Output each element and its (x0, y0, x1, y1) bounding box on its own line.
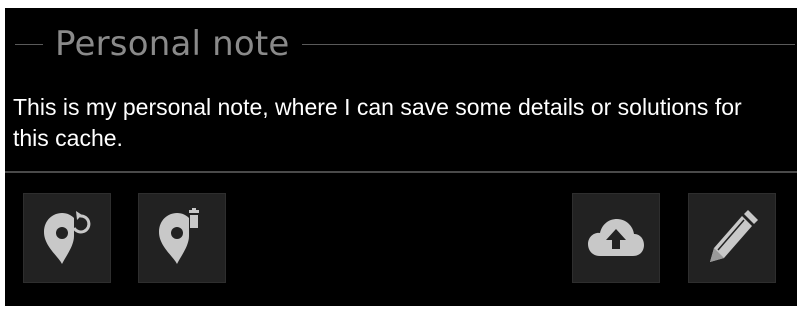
pencil-icon (710, 210, 758, 262)
cloud-upload-icon (588, 219, 644, 256)
section-title: Personal note (55, 24, 290, 64)
header-divider-right (301, 43, 795, 45)
personal-note-panel: Personal note This is my personal note, … (5, 8, 797, 306)
marker-delete-icon (159, 208, 199, 264)
header-divider-left (15, 43, 43, 45)
upload-note-button[interactable] (572, 193, 660, 283)
personal-note-text: This is my personal note, where I can sa… (13, 94, 742, 151)
edit-note-button[interactable] (688, 193, 776, 283)
marker-refresh-icon (44, 211, 91, 264)
actions-divider (5, 171, 797, 173)
delete-note-button[interactable] (138, 193, 226, 283)
refresh-note-button[interactable] (23, 193, 111, 283)
section-header: Personal note (15, 22, 795, 66)
